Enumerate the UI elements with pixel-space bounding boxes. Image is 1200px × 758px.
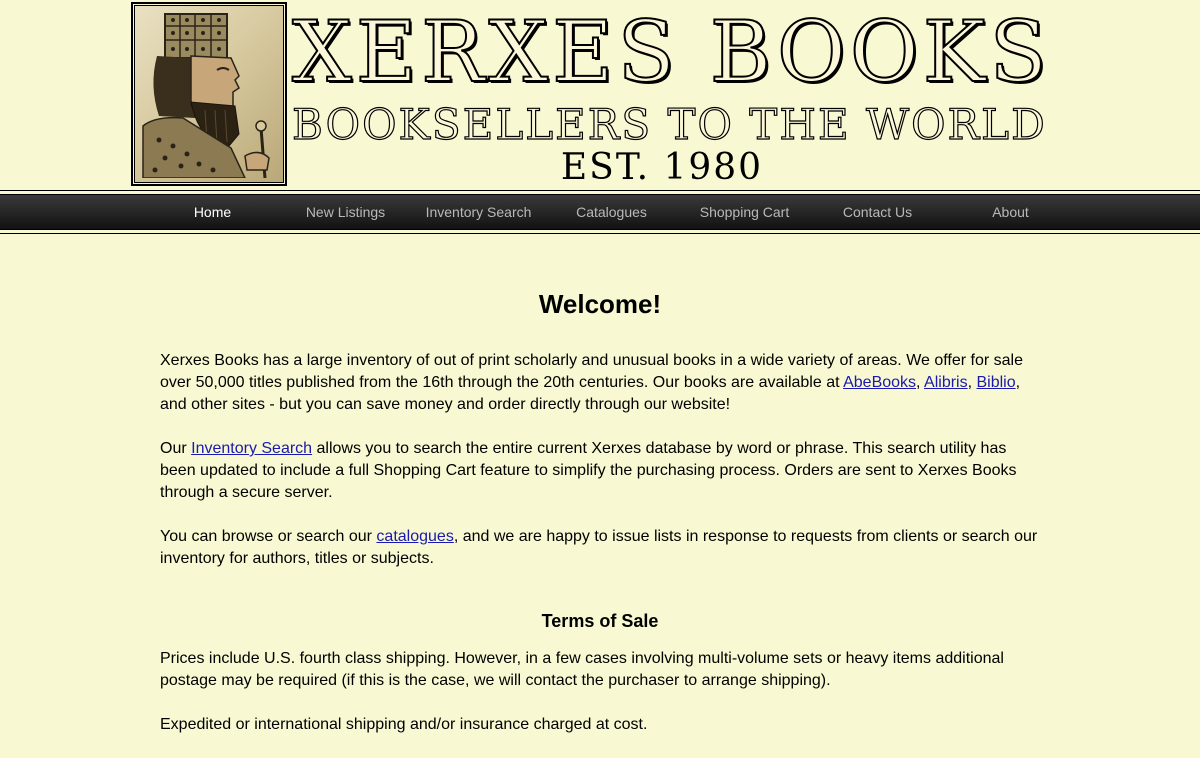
intro-paragraph: Xerxes Books has a large inventory of ou…: [160, 350, 1040, 416]
portrait-illustration: [142, 13, 270, 178]
inventory-text-a: Our: [160, 440, 192, 457]
xerxes-portrait-icon[interactable]: [131, 2, 287, 186]
nav-item-new-listings[interactable]: New Listings: [279, 195, 412, 229]
nav-item-inventory-search[interactable]: Inventory Search: [412, 195, 545, 229]
nav-item-home[interactable]: Home: [146, 195, 279, 229]
main-nav: Home New Listings Inventory Search Catal…: [0, 194, 1200, 230]
catalogues-paragraph: You can browse or search our catalogues,…: [160, 526, 1040, 570]
welcome-heading: Welcome!: [538, 289, 662, 319]
inventory-paragraph: Our Inventory Search allows you to searc…: [160, 438, 1040, 504]
main-content: Welcome! Xerxes Books has a large invent…: [160, 280, 1040, 758]
nav-item-catalogues[interactable]: Catalogues: [545, 195, 678, 229]
site-title: XERXES BOOKS: [291, 3, 1052, 101]
catalogues-link[interactable]: catalogues: [376, 528, 453, 545]
alibris-link[interactable]: Alibris: [924, 374, 968, 391]
intro-sep-2: ,: [967, 374, 977, 391]
intro-sep-1: ,: [916, 374, 925, 391]
established-year: EST. 1980: [560, 147, 764, 188]
catalogues-text-a: You can browse or search our: [160, 528, 377, 545]
portrait-frame: [134, 5, 284, 183]
nav-item-about[interactable]: About: [944, 195, 1077, 229]
biblio-link[interactable]: Biblio: [977, 374, 1016, 391]
site-header: XERXES BOOKS BOOKSELLERS TO THE WORLD ES…: [0, 0, 1200, 188]
terms-shipping-paragraph: Prices include U.S. fourth class shippin…: [160, 650, 1004, 689]
nav-divider-top: [0, 190, 1200, 191]
site-tagline: BOOKSELLERS TO THE WORLD: [291, 100, 1047, 149]
inventory-search-link[interactable]: Inventory Search: [191, 440, 312, 457]
terms-expedited-paragraph: Expedited or international shipping and/…: [160, 716, 648, 733]
abebooks-link[interactable]: AbeBooks: [843, 374, 916, 391]
nav-item-contact-us[interactable]: Contact Us: [811, 195, 944, 229]
nav-divider-bottom: [0, 233, 1200, 234]
terms-heading: Terms of Sale: [541, 611, 659, 631]
brand-block: XERXES BOOKS BOOKSELLERS TO THE WORLD ES…: [291, 3, 1052, 188]
nav-item-shopping-cart[interactable]: Shopping Cart: [678, 195, 811, 229]
